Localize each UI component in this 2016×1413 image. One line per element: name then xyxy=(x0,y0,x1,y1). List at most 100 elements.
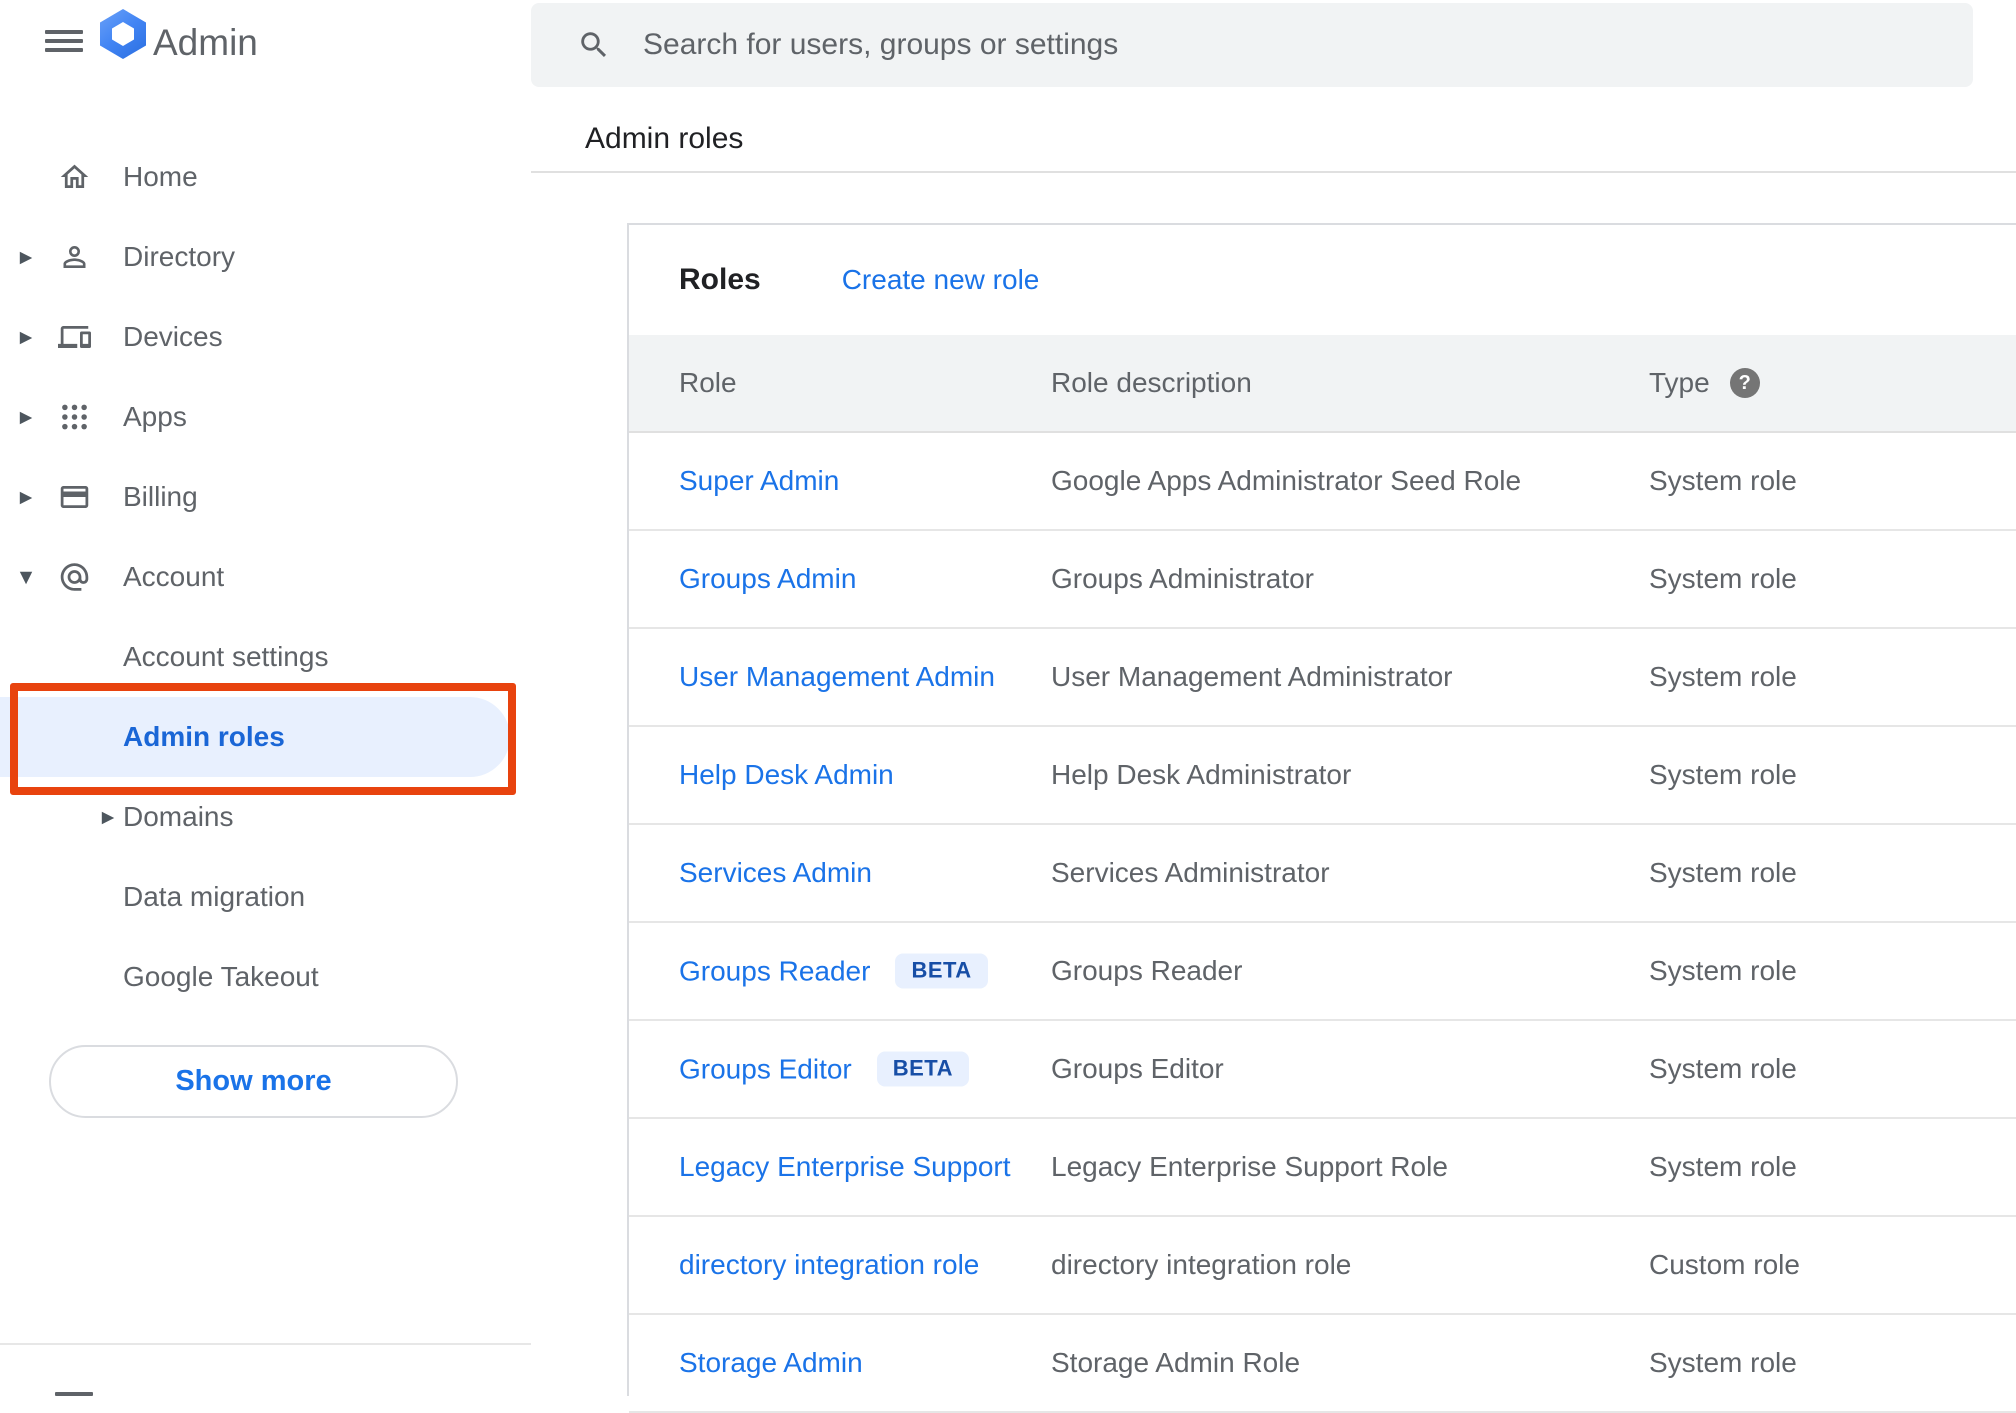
role-cell: Groups Editor BETA xyxy=(679,1051,970,1087)
show-more-label: Show more xyxy=(175,1065,332,1097)
sidebar-item-account[interactable]: ▾ Account xyxy=(0,537,520,617)
show-more-button[interactable]: Show more xyxy=(49,1045,458,1118)
expand-arrow-icon[interactable]: ▸ xyxy=(14,244,38,270)
role-description: Storage Admin Role xyxy=(1051,1347,1301,1378)
sidebar-item-billing[interactable]: ▸ Billing xyxy=(0,457,520,537)
sidebar-item-label: Account settings xyxy=(123,641,329,672)
role-description: Groups Administrator xyxy=(1051,563,1314,594)
role-cell: Help Desk Admin xyxy=(679,759,894,791)
sidebar-item-label: Apps xyxy=(123,401,187,432)
sidebar-item-admin-roles[interactable]: Admin roles xyxy=(0,697,510,777)
beta-badge: BETA xyxy=(895,953,988,989)
role-cell: User Management Admin xyxy=(679,661,995,693)
table-row: Services Admin Services Administrator Syst… xyxy=(629,825,2016,923)
role-cell: Storage Admin xyxy=(679,1347,863,1379)
role-cell: Groups Admin xyxy=(679,563,856,595)
role-description: Help Desk Administrator xyxy=(1051,759,1352,790)
table-header-row: Role Role description Type ? xyxy=(629,335,2016,433)
sidebar-item-home[interactable]: Home xyxy=(0,137,520,217)
role-description: Groups Editor xyxy=(1051,1053,1224,1084)
role-cell: Legacy Enterprise Support xyxy=(679,1151,1011,1183)
column-header-role: Role xyxy=(679,367,737,398)
role-cell: Super Admin xyxy=(679,465,839,497)
table-row: Storage Admin Storage Admin Role System ro… xyxy=(629,1315,2016,1413)
column-header-description: Role description xyxy=(1051,367,1252,398)
table-body: Super Admin Google Apps Administrator See… xyxy=(629,433,2016,1413)
sidebar-item-label: Directory xyxy=(123,241,236,272)
sidebar-item-label: Domains xyxy=(123,801,234,832)
apps-grid-icon xyxy=(58,401,91,434)
role-link[interactable]: User Management Admin xyxy=(679,661,995,693)
role-link[interactable]: Help Desk Admin xyxy=(679,759,894,791)
devices-icon xyxy=(58,321,91,354)
role-type: System role xyxy=(1649,857,1797,888)
role-type: System role xyxy=(1649,1053,1797,1084)
collapse-arrow-icon[interactable]: ▾ xyxy=(14,564,38,590)
role-link[interactable]: Services Admin xyxy=(679,857,872,889)
table-row: Super Admin Google Apps Administrator See… xyxy=(629,433,2016,531)
expand-arrow-icon[interactable]: ▸ xyxy=(14,484,38,510)
at-sign-icon xyxy=(58,561,91,594)
search-bar[interactable] xyxy=(531,3,1973,87)
role-cell: directory integration role xyxy=(679,1249,979,1281)
sidebar-item-apps[interactable]: ▸ Apps xyxy=(0,377,520,457)
role-type: System role xyxy=(1649,1151,1797,1182)
role-description: Google Apps Administrator Seed Role xyxy=(1051,465,1522,496)
role-type: System role xyxy=(1649,759,1797,790)
sidebar-item-label: Data migration xyxy=(123,881,306,912)
table-row: Legacy Enterprise Support Legacy Enterpri… xyxy=(629,1119,2016,1217)
role-link[interactable]: Groups Reader xyxy=(679,955,870,987)
role-description: Legacy Enterprise Support Role xyxy=(1051,1151,1448,1182)
table-row: Groups Admin Groups Administrator System r… xyxy=(629,531,2016,629)
sidebar-nav: Home ▸ Directory ▸ Devices ▸ Apps ▸ Billing ▾ Acco… xyxy=(0,0,531,1396)
role-type: System role xyxy=(1649,465,1797,496)
credit-card-icon xyxy=(58,481,91,514)
create-new-role-link[interactable]: Create new role xyxy=(842,264,1040,296)
expand-arrow-icon[interactable]: ▸ xyxy=(14,404,38,430)
sidebar-item-data-migration[interactable]: Data migration xyxy=(0,857,520,937)
breadcrumb-divider xyxy=(531,171,2016,173)
sidebar-item-label: Account xyxy=(123,561,225,592)
role-type: System role xyxy=(1649,1347,1797,1378)
roles-card: Roles Create new role Role Role descript… xyxy=(627,223,2016,1413)
expand-arrow-icon[interactable]: ▸ xyxy=(96,804,120,830)
breadcrumb: Admin roles xyxy=(585,122,744,155)
sidebar-item-label: Admin roles xyxy=(123,721,285,752)
expand-arrow-icon[interactable]: ▸ xyxy=(14,324,38,350)
sidebar-item-account-settings[interactable]: Account settings xyxy=(0,617,520,697)
search-input[interactable] xyxy=(643,28,1923,62)
table-row: Groups Reader BETA Groups Reader System rol… xyxy=(629,923,2016,1021)
table-row: directory integration role directory inte… xyxy=(629,1217,2016,1315)
role-cell: Services Admin xyxy=(679,857,872,889)
table-row: Help Desk Admin Help Desk Administrator Sy… xyxy=(629,727,2016,825)
role-type: System role xyxy=(1649,563,1797,594)
role-link[interactable]: directory integration role xyxy=(679,1249,979,1281)
sidebar-item-domains[interactable]: ▸ Domains xyxy=(0,777,520,857)
role-type: System role xyxy=(1649,955,1797,986)
table-row: User Management Admin User Management Adm… xyxy=(629,629,2016,727)
roles-title: Roles xyxy=(679,263,761,296)
partial-icon xyxy=(55,1392,93,1396)
sidebar-item-label: Billing xyxy=(123,481,198,512)
sidebar-item-label: Devices xyxy=(123,321,223,352)
sidebar-item-devices[interactable]: ▸ Devices xyxy=(0,297,520,377)
role-link[interactable]: Groups Admin xyxy=(679,563,856,595)
home-icon xyxy=(58,161,91,194)
sidebar-item-directory[interactable]: ▸ Directory xyxy=(0,217,520,297)
role-description: directory integration role xyxy=(1051,1249,1352,1280)
role-type: System role xyxy=(1649,661,1797,692)
role-link[interactable]: Super Admin xyxy=(679,465,839,497)
person-icon xyxy=(58,241,91,274)
sidebar-item-label: Google Takeout xyxy=(123,961,319,992)
role-description: User Management Administrator xyxy=(1051,661,1453,692)
beta-badge: BETA xyxy=(876,1051,970,1087)
role-link[interactable]: Storage Admin xyxy=(679,1347,863,1379)
search-icon xyxy=(581,32,607,58)
role-description: Services Administrator xyxy=(1051,857,1330,888)
sidebar-item-google-takeout[interactable]: Google Takeout xyxy=(0,937,520,1017)
role-link[interactable]: Legacy Enterprise Support xyxy=(679,1151,1011,1183)
table-row: Groups Editor BETA Groups Editor System rol… xyxy=(629,1021,2016,1119)
help-icon[interactable]: ? xyxy=(1729,368,1760,398)
sidebar-item-label: Home xyxy=(123,161,198,192)
role-link[interactable]: Groups Editor xyxy=(679,1053,852,1085)
